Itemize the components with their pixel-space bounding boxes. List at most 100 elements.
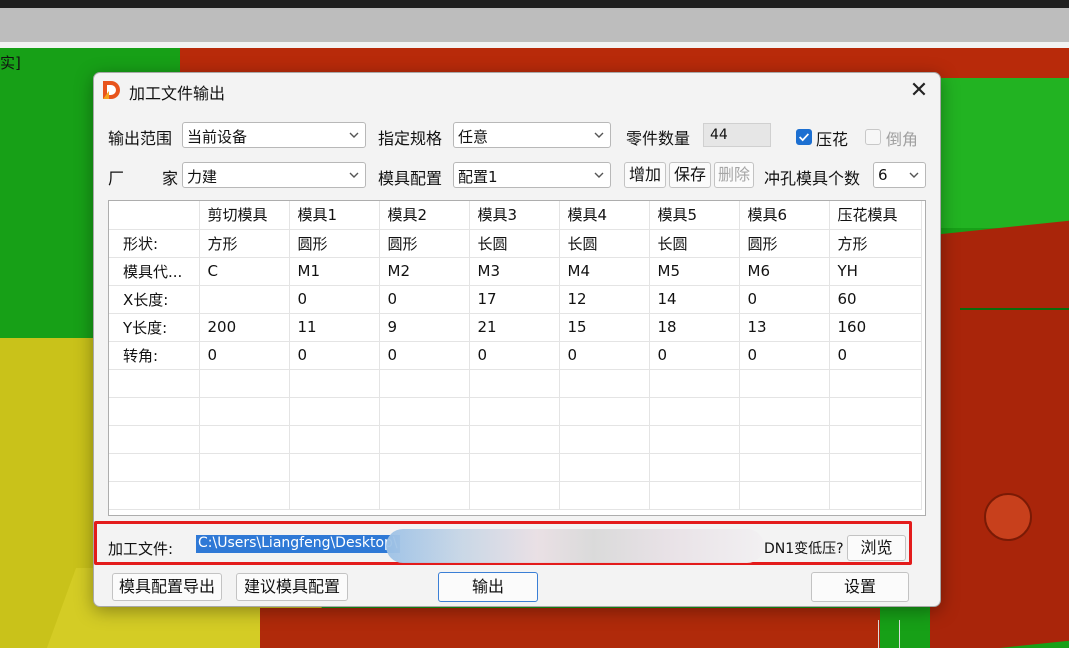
table-header-cell[interactable]: 模具3	[469, 201, 560, 230]
table-cell[interactable]: 13	[739, 313, 830, 342]
table-cell[interactable]: M1	[289, 257, 380, 286]
browse-button[interactable]: 浏览	[847, 535, 906, 561]
table-cell[interactable]: YH	[829, 257, 922, 286]
table-cell[interactable]	[829, 481, 922, 510]
table-cell[interactable]: 方形	[199, 229, 290, 258]
table-cell[interactable]: M5	[649, 257, 740, 286]
table-cell[interactable]: 12	[559, 285, 650, 314]
table-cell[interactable]	[379, 481, 470, 510]
table-row[interactable]: 转角: 0 0 0 0 0 0 0 0	[109, 341, 922, 370]
table-header-cell[interactable]: 剪切模具	[199, 201, 290, 230]
table-cell[interactable]	[559, 425, 650, 454]
table-cell[interactable]	[199, 397, 290, 426]
table-cell[interactable]: 0	[289, 341, 380, 370]
mold-table[interactable]: 剪切模具 模具1 模具2 模具3 模具4 模具5 模具6 压花模具 形状: 方形 圆形 圆形 长圆 长圆长…	[108, 200, 926, 516]
table-cell[interactable]	[289, 369, 380, 398]
table-cell[interactable]	[199, 425, 290, 454]
table-header-cell[interactable]: 模具2	[379, 201, 470, 230]
add-config-button[interactable]: 增加	[624, 162, 666, 188]
table-cell[interactable]	[829, 453, 922, 482]
table-cell[interactable]: Y长度:	[109, 313, 200, 342]
table-cell[interactable]	[739, 397, 830, 426]
punch-count-select[interactable]: 6	[873, 162, 926, 188]
table-cell[interactable]	[289, 397, 380, 426]
table-cell[interactable]: 0	[379, 341, 470, 370]
table-cell[interactable]	[649, 397, 740, 426]
table-cell[interactable]	[559, 369, 650, 398]
table-row[interactable]: 模具代... C M1 M2 M3 M4 M5 M6 YH	[109, 257, 922, 286]
table-cell[interactable]: C	[199, 257, 290, 286]
close-icon[interactable]: ✕	[906, 78, 932, 104]
table-cell[interactable]: 17	[469, 285, 560, 314]
table-row[interactable]	[109, 425, 922, 454]
table-cell[interactable]	[649, 369, 740, 398]
table-cell[interactable]	[199, 369, 290, 398]
table-header-cell[interactable]	[109, 201, 200, 230]
table-cell[interactable]: 方形	[829, 229, 922, 258]
table-cell[interactable]	[379, 369, 470, 398]
emboss-checkbox[interactable]	[796, 129, 812, 145]
table-cell[interactable]: 0	[199, 341, 290, 370]
table-cell[interactable]	[829, 397, 922, 426]
chamfer-checkbox[interactable]	[865, 129, 881, 145]
table-cell[interactable]: 11	[289, 313, 380, 342]
table-row[interactable]	[109, 397, 922, 426]
table-cell[interactable]	[829, 369, 922, 398]
table-row[interactable]: 形状: 方形 圆形 圆形 长圆 长圆 长圆 圆形 方形	[109, 229, 922, 258]
mold-config-select[interactable]: 配置1	[453, 162, 611, 188]
table-row[interactable]	[109, 453, 922, 482]
table-cell[interactable]	[109, 453, 200, 482]
table-cell[interactable]: 0	[829, 341, 922, 370]
table-cell[interactable]	[109, 369, 200, 398]
save-config-button[interactable]: 保存	[669, 162, 711, 188]
table-cell[interactable]	[199, 481, 290, 510]
table-cell[interactable]	[469, 453, 560, 482]
table-cell[interactable]	[739, 425, 830, 454]
table-cell[interactable]	[649, 453, 740, 482]
table-cell[interactable]: 14	[649, 285, 740, 314]
table-cell[interactable]: 0	[469, 341, 560, 370]
table-cell[interactable]	[649, 425, 740, 454]
table-cell[interactable]: 长圆	[559, 229, 650, 258]
table-row[interactable]	[109, 481, 922, 510]
table-cell[interactable]: M6	[739, 257, 830, 286]
table-cell[interactable]: 0	[739, 341, 830, 370]
vendor-select[interactable]: 力建	[182, 162, 366, 188]
table-cell[interactable]: 0	[289, 285, 380, 314]
table-cell[interactable]	[199, 285, 290, 314]
table-row[interactable]: X长度: 0 0 17 12 14 0 60	[109, 285, 922, 314]
table-cell[interactable]	[739, 453, 830, 482]
table-cell[interactable]: 9	[379, 313, 470, 342]
dialog-titlebar[interactable]: 加工文件输出 ✕	[94, 73, 940, 109]
table-cell[interactable]: M4	[559, 257, 650, 286]
table-cell[interactable]: 模具代...	[109, 257, 200, 286]
table-cell[interactable]: 200	[199, 313, 290, 342]
table-cell[interactable]: M3	[469, 257, 560, 286]
table-header-cell[interactable]: 压花模具	[829, 201, 922, 230]
table-cell[interactable]	[469, 425, 560, 454]
table-cell[interactable]	[379, 425, 470, 454]
output-range-select[interactable]: 当前设备	[182, 122, 366, 148]
table-cell[interactable]	[379, 453, 470, 482]
table-cell[interactable]	[109, 397, 200, 426]
table-cell[interactable]: 60	[829, 285, 922, 314]
export-mold-config-button[interactable]: 模具配置导出	[112, 573, 222, 601]
table-cell[interactable]	[559, 397, 650, 426]
table-cell[interactable]	[469, 397, 560, 426]
table-header-cell[interactable]: 模具1	[289, 201, 380, 230]
table-cell[interactable]	[469, 369, 560, 398]
table-cell[interactable]: 圆形	[379, 229, 470, 258]
spec-select[interactable]: 任意	[453, 122, 611, 148]
table-cell[interactable]	[559, 453, 650, 482]
table-header-cell[interactable]: 模具4	[559, 201, 650, 230]
table-cell[interactable]	[289, 425, 380, 454]
table-cell[interactable]: 18	[649, 313, 740, 342]
table-cell[interactable]: 圆形	[289, 229, 380, 258]
table-cell[interactable]: 15	[559, 313, 650, 342]
table-cell[interactable]: 21	[469, 313, 560, 342]
table-cell[interactable]	[739, 369, 830, 398]
delete-config-button[interactable]: 删除	[714, 162, 754, 188]
table-cell[interactable]: 0	[379, 285, 470, 314]
table-cell[interactable]: 长圆	[469, 229, 560, 258]
suggest-mold-config-button[interactable]: 建议模具配置	[236, 573, 348, 601]
